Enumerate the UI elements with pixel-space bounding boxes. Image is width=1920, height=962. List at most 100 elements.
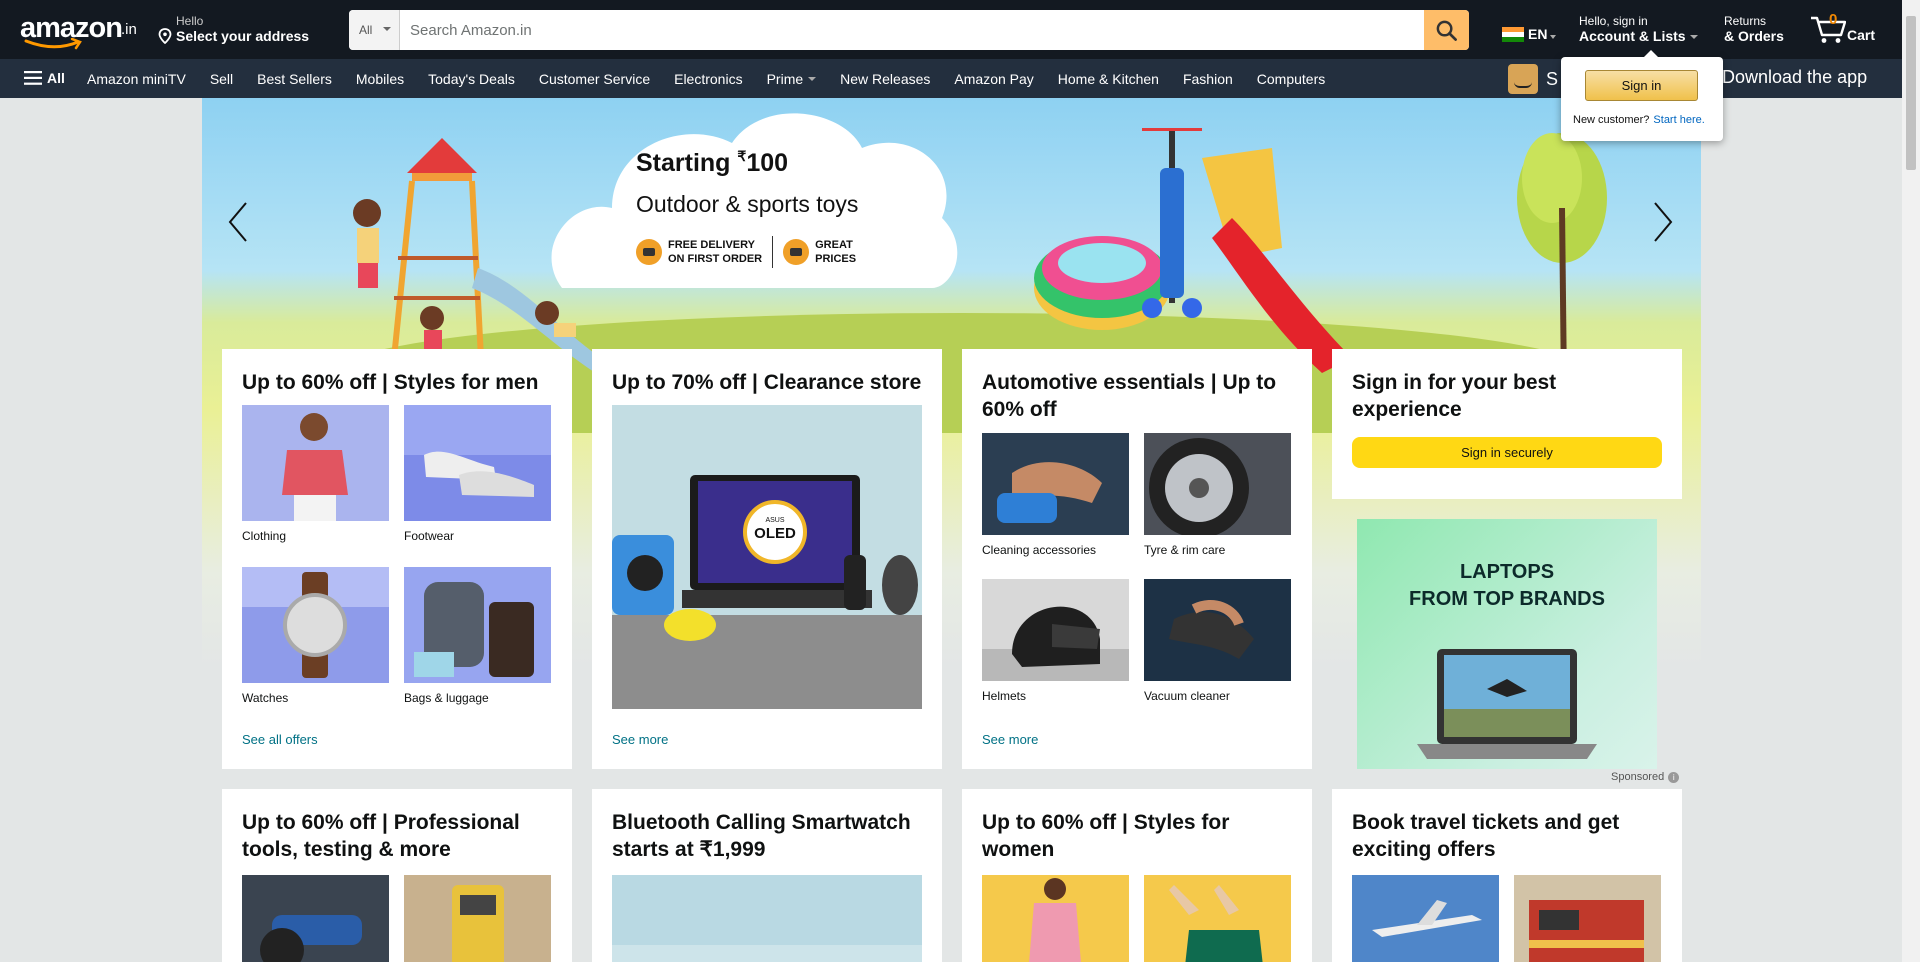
- address-greeting: Hello: [176, 14, 204, 28]
- sign-in-securely-button[interactable]: Sign in securely: [1352, 437, 1662, 468]
- top-nav: amazon .in Hello Select your address All: [0, 0, 1902, 59]
- see-all-offers-link[interactable]: See all offers: [242, 732, 318, 747]
- start-here-link[interactable]: Start here.: [1653, 114, 1704, 126]
- nav-link-best-sellers[interactable]: Best Sellers: [257, 71, 332, 87]
- card-title: Automotive essentials | Up to 60% off: [982, 371, 1277, 421]
- card-signin-experience: Sign in for your best experience Sign in…: [1332, 349, 1682, 499]
- card-title: Book travel tickets and get exciting off…: [1352, 811, 1620, 861]
- item-caption: Tyre & rim care: [1144, 543, 1226, 557]
- location-pin-icon: [158, 28, 172, 44]
- card-automotive-essentials: Automotive essentials | Up to 60% off Cl…: [962, 349, 1312, 769]
- nav-link-mobiles[interactable]: Mobiles: [356, 71, 404, 87]
- card-grid: [982, 875, 1291, 962]
- search-input[interactable]: [400, 10, 1422, 50]
- page-scrollbar[interactable]: [1902, 0, 1920, 962]
- card-travel-tickets: Book travel tickets and get exciting off…: [1332, 789, 1682, 962]
- card-grid: Clothing Footwear Watches Bags & luggage: [242, 405, 551, 707]
- card-professional-tools: Up to 60% off | Professional tools, test…: [222, 789, 572, 962]
- see-more-link[interactable]: See more: [982, 732, 1038, 747]
- grid-item-helmets[interactable]: Helmets: [982, 579, 1129, 705]
- sponsored-label[interactable]: Sponsored i: [1611, 771, 1680, 783]
- clearance-laptop-image[interactable]: OLED ASUS: [612, 405, 922, 709]
- card-clearance-store: Up to 70% off | Clearance store OLED ASU…: [592, 349, 942, 769]
- women-clothing-image[interactable]: [982, 875, 1129, 962]
- footwear-image: [404, 405, 551, 521]
- account-lists-menu[interactable]: Hello, sign in Account & Lists: [1579, 14, 1698, 44]
- rupee-symbol: ₹: [737, 148, 747, 164]
- card-bluetooth-smartwatch: Bluetooth Calling Smartwatch starts at ₹…: [592, 789, 942, 962]
- card-grid: [1352, 875, 1661, 962]
- all-menu-button[interactable]: All: [24, 70, 65, 86]
- nav-link-home-kitchen[interactable]: Home & Kitchen: [1058, 71, 1159, 87]
- nav-link-customer-service[interactable]: Customer Service: [539, 71, 650, 87]
- card-styles-for-men: Up to 60% off | Styles for men Clothing …: [222, 349, 572, 769]
- card-title: Up to 60% off | Styles for women: [982, 811, 1230, 861]
- nav-link-new-releases[interactable]: New Releases: [840, 71, 930, 87]
- item-caption: Watches: [242, 691, 289, 705]
- search-category-label: All: [359, 23, 373, 37]
- search-icon: [1436, 20, 1457, 41]
- search-category-dropdown[interactable]: All: [349, 10, 400, 50]
- women-accessories-image[interactable]: [1144, 875, 1291, 962]
- search-button[interactable]: [1424, 10, 1469, 50]
- ad-line2: FROM TOP BRANDS: [1409, 588, 1605, 610]
- nav-link-computers[interactable]: Computers: [1257, 71, 1325, 87]
- nav-link-amazon-pay[interactable]: Amazon Pay: [954, 71, 1033, 87]
- orders-label: & Orders: [1724, 28, 1784, 44]
- card-title: Up to 60% off | Professional tools, test…: [242, 811, 520, 861]
- nav-link-prime[interactable]: Prime: [767, 71, 817, 87]
- badge2-line1: GREAT: [815, 239, 853, 251]
- sponsored-laptops-ad[interactable]: LAPTOPS FROM TOP BRANDS: [1357, 519, 1657, 769]
- great-prices-badge: GREAT PRICES: [783, 238, 856, 266]
- nav-link-fashion[interactable]: Fashion: [1183, 71, 1233, 87]
- flight-image[interactable]: [1352, 875, 1499, 962]
- grid-item-tyre-rim-care[interactable]: Tyre & rim care: [1144, 433, 1291, 559]
- nav-link-sell[interactable]: Sell: [210, 71, 233, 87]
- returns-label: Returns: [1724, 14, 1767, 28]
- sponsored-text: Sponsored: [1611, 771, 1665, 783]
- card-title: Bluetooth Calling Smartwatch starts at ₹…: [612, 811, 911, 861]
- scrollbar-thumb[interactable]: [1906, 16, 1916, 170]
- returns-orders-link[interactable]: Returns & Orders: [1724, 14, 1784, 44]
- nav-link-todays-deals[interactable]: Today's Deals: [428, 71, 515, 87]
- nav-link-minitv[interactable]: Amazon miniTV: [87, 71, 186, 87]
- grid-item-watches[interactable]: Watches: [242, 567, 389, 707]
- grid-item-footwear[interactable]: Footwear: [404, 405, 551, 545]
- chevron-down-icon: [808, 77, 817, 81]
- address-selector[interactable]: Hello Select your address: [158, 14, 328, 46]
- cart-button[interactable]: 0 Cart: [1810, 10, 1890, 48]
- train-image[interactable]: [1514, 875, 1661, 962]
- grid-item-vacuum-cleaner[interactable]: Vacuum cleaner: [1144, 579, 1291, 705]
- address-prompt: Select your address: [176, 28, 310, 44]
- grid-item-cleaning-accessories[interactable]: Cleaning accessories: [982, 433, 1129, 559]
- amazon-logo[interactable]: amazon .in: [20, 12, 138, 50]
- item-caption: Footwear: [404, 529, 455, 543]
- carousel-next-arrow-icon[interactable]: [1653, 201, 1673, 243]
- grid-item-clothing[interactable]: Clothing: [242, 405, 389, 545]
- watches-image: [242, 567, 389, 683]
- carousel-prev-arrow-icon[interactable]: [228, 201, 248, 243]
- account-greeting: Hello, sign in: [1579, 14, 1648, 28]
- india-flag-icon: [1502, 27, 1524, 42]
- badge-divider: [772, 236, 774, 268]
- app-banner-left-text: S: [1546, 68, 1559, 89]
- cleaning-accessories-image: [982, 433, 1129, 535]
- angle-grinder-image[interactable]: [242, 875, 389, 962]
- account-label: Account & Lists: [1579, 28, 1686, 44]
- grid-item-bags-luggage[interactable]: Bags & luggage: [404, 567, 551, 707]
- logo-tld: .in: [121, 21, 137, 38]
- hamburger-icon: [24, 71, 42, 85]
- chevron-down-icon: [1550, 35, 1556, 39]
- multimeter-image[interactable]: [404, 875, 551, 962]
- laptop-screen-label: OLED: [754, 525, 796, 542]
- download-app-banner[interactable]: S Download the app: [1508, 64, 1867, 94]
- helmets-image: [982, 579, 1129, 681]
- vacuum-cleaner-image: [1144, 579, 1291, 681]
- flyout-signin-button[interactable]: Sign in: [1585, 70, 1698, 101]
- smartwatch-banner-image[interactable]: [612, 875, 922, 962]
- badge1-line2: ON FIRST ORDER: [668, 253, 763, 265]
- search-bar: All: [349, 10, 1469, 50]
- see-more-link[interactable]: See more: [612, 732, 668, 747]
- nav-link-electronics[interactable]: Electronics: [674, 71, 742, 87]
- amazon-app-icon: [1508, 64, 1538, 94]
